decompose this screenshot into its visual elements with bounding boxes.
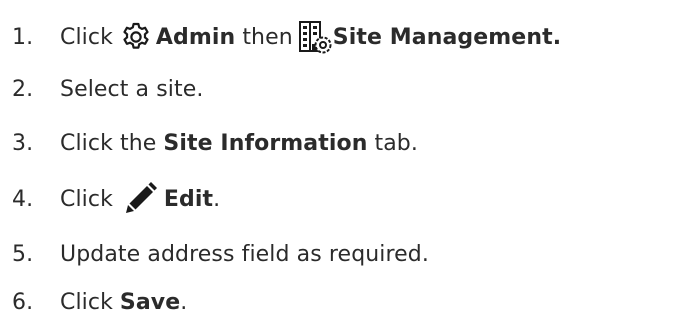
site-information-tab-label: Site Information [163, 130, 368, 156]
step-3: 3. Click the Site Information tab. [12, 123, 418, 163]
step-text: Click the [60, 130, 157, 156]
pencil-icon [120, 179, 160, 219]
step-number: 3. [12, 130, 34, 156]
step-1: 1. Click Admin then Site Management. [12, 17, 561, 57]
step-number: 6. [12, 289, 34, 315]
step-text: Click [60, 186, 113, 212]
step-text: . [180, 289, 188, 315]
step-number: 1. [12, 24, 34, 50]
edit-label: Edit [163, 186, 214, 212]
step-number: 4. [12, 186, 34, 212]
step-5: 5. Update address field as required. [12, 234, 429, 274]
step-text: tab. [374, 130, 418, 156]
step-text: Click [60, 24, 113, 50]
step-4: 4. Click Edit . [12, 179, 220, 219]
site-management-label: Site Management. [332, 24, 562, 50]
step-number: 5. [12, 241, 34, 267]
step-text: Select a site. [60, 76, 204, 102]
save-label: Save [119, 289, 181, 315]
site-management-icon [297, 19, 333, 55]
step-6: 6. Click Save . [12, 282, 187, 322]
gear-icon [120, 21, 152, 53]
step-text: Click [60, 289, 113, 315]
step-text: Update address field as required. [60, 241, 429, 267]
step-text: then [242, 24, 293, 50]
step-number: 2. [12, 76, 34, 102]
admin-label: Admin [155, 24, 236, 50]
step-2: 2. Select a site. [12, 69, 203, 109]
step-text: . [213, 186, 221, 212]
